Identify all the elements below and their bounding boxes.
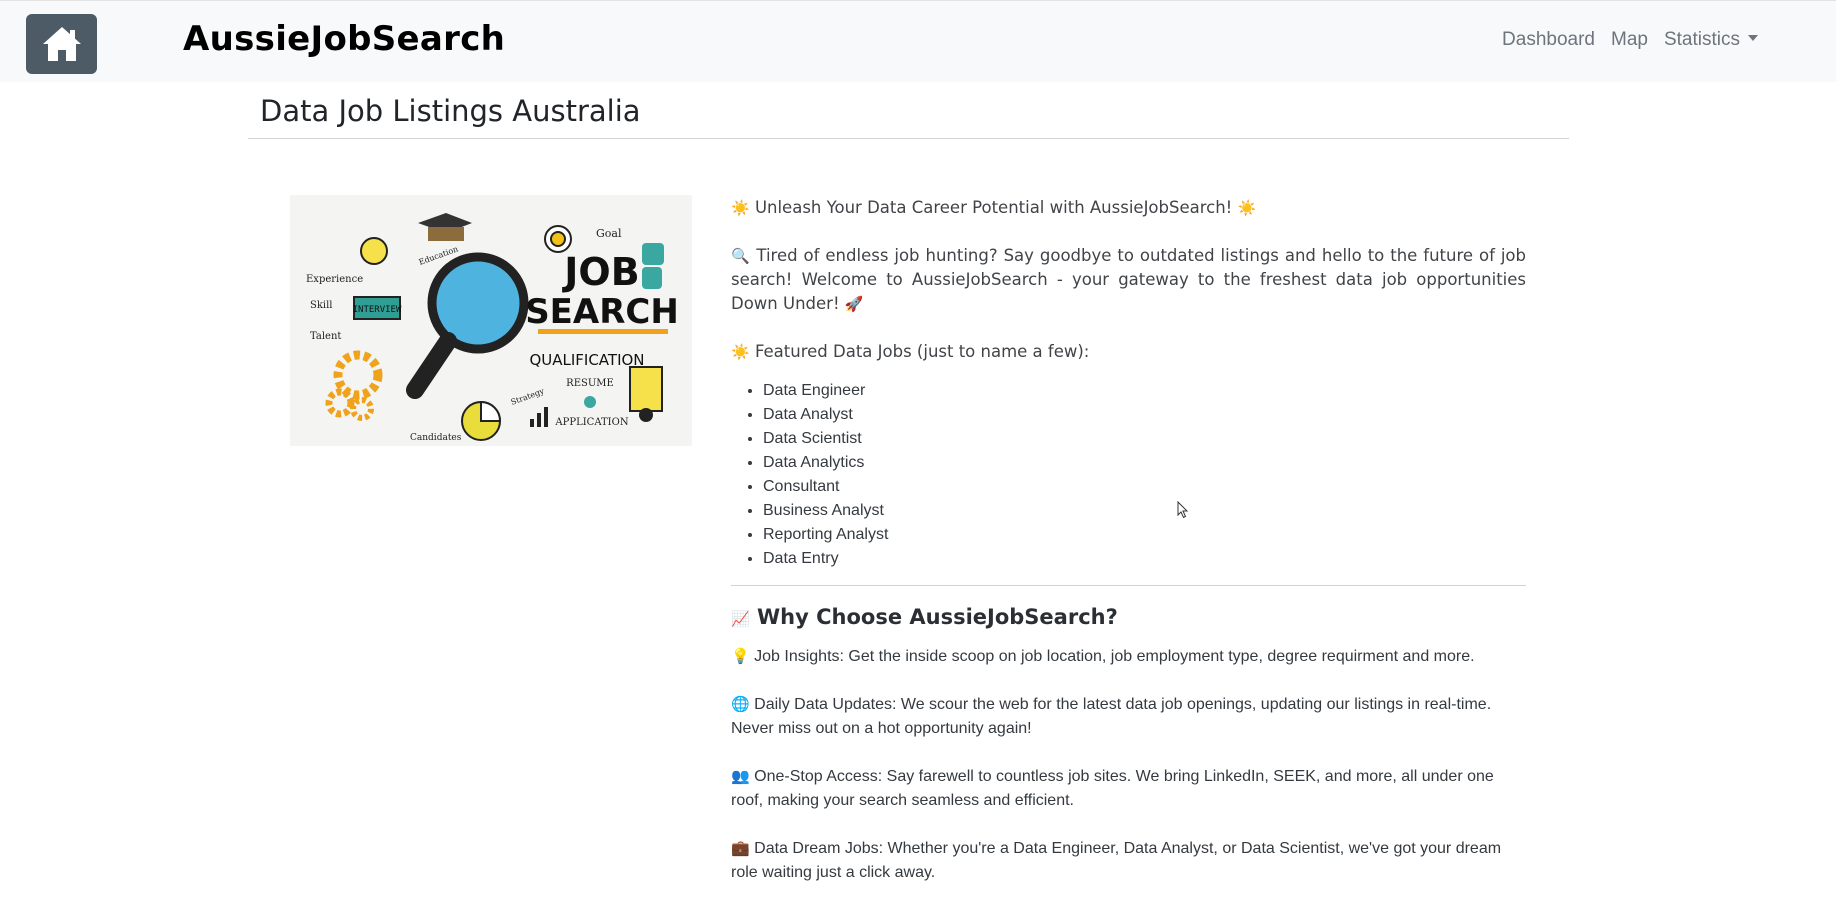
feature-item: 👥 One-Stop Access: Say farewell to count… [731, 765, 1526, 813]
list-item: Business Analyst [763, 499, 1526, 523]
sun-icon: ☀️ [731, 343, 750, 361]
chart-increasing-icon: 📈 [731, 610, 750, 628]
mouse-cursor-icon [1177, 501, 1189, 519]
feature-text: Daily Data Updates: We scour the web for… [731, 696, 1492, 737]
featured-label-row: ☀️ Featured Data Jobs (just to name a fe… [731, 340, 1526, 364]
home-icon [42, 27, 81, 61]
feature-item: 🌐 Daily Data Updates: We scour the web f… [731, 693, 1526, 741]
main-content: ☀️ Unleash Your Data Career Potential wi… [731, 196, 1526, 909]
why-heading-row: 📈 Why Choose AussieJobSearch? [731, 605, 1526, 631]
list-item: Data Entry [763, 547, 1526, 571]
list-item: Data Scientist [763, 427, 1526, 451]
intro-paragraph-row: 🔍 Tired of endless job hunting? Say good… [731, 244, 1526, 316]
hero-word-goal: Goal [596, 227, 622, 240]
intro-headline-row: ☀️ Unleash Your Data Career Potential wi… [731, 196, 1526, 220]
hero-word-qualification: QUALIFICATION [529, 351, 644, 369]
featured-label: Featured Data Jobs (just to name a few): [754, 342, 1090, 361]
brand-title[interactable]: AussieJobSearch [183, 19, 505, 59]
people-icon: 👥 [731, 768, 750, 785]
globe-icon: 🌐 [731, 696, 750, 713]
why-heading: Why Choose AussieJobSearch? [757, 605, 1118, 629]
list-item: Reporting Analyst [763, 523, 1526, 547]
list-item: Data Analytics [763, 451, 1526, 475]
briefcase-icon: 💼 [731, 840, 750, 857]
nav-statistics-dropdown[interactable]: Statistics [1664, 29, 1758, 51]
nav-dashboard-link[interactable]: Dashboard [1502, 29, 1595, 51]
hero-word-talent: Talent [310, 331, 341, 342]
hero-word-search: SEARCH [525, 292, 679, 332]
list-item: Consultant [763, 475, 1526, 499]
intro-headline: Unleash Your Data Career Potential with … [754, 198, 1233, 217]
hero-word-job: JOB [561, 250, 639, 294]
magnifier-icon: 🔍 [731, 247, 751, 265]
rocket-icon: 🚀 [844, 295, 864, 313]
hero-word-interview: INTERVIEW [353, 305, 402, 315]
hero-word-skill: Skill [310, 300, 333, 311]
nav-statistics-label: Statistics [1663, 29, 1740, 50]
chevron-down-icon [1748, 34, 1758, 41]
feature-item: 💡 Job Insights: Get the inside scoop on … [731, 645, 1526, 669]
job-search-illustration: INTERVIEW Experience Skill Talent Educat… [290, 195, 692, 446]
nav-links: Dashboard Map Statistics [1502, 29, 1758, 51]
navbar: AussieJobSearch Dashboard Map Statistics [0, 0, 1836, 82]
section-divider [731, 585, 1526, 586]
feature-text: One-Stop Access: Say farewell to countle… [731, 768, 1494, 809]
hero-word-application: APPLICATION [554, 417, 628, 428]
sun-icon: ☀️ [731, 199, 750, 217]
featured-jobs-list: Data Engineer Data Analyst Data Scientis… [731, 379, 1526, 571]
nav-map-link[interactable]: Map [1611, 29, 1648, 51]
feature-text: Job Insights: Get the inside scoop on jo… [754, 648, 1475, 665]
list-item: Data Analyst [763, 403, 1526, 427]
feature-text: Data Dream Jobs: Whether you're a Data E… [731, 840, 1502, 881]
sun-icon: ☀️ [1237, 199, 1257, 217]
list-item: Data Engineer [763, 379, 1526, 403]
home-button[interactable] [26, 14, 97, 74]
hero-word-candidates: Candidates [410, 433, 462, 443]
title-divider [248, 138, 1569, 139]
page-title: Data Job Listings Australia [260, 94, 641, 128]
hero-word-resume: RESUME [566, 378, 614, 389]
hero-word-experience: Experience [306, 274, 363, 285]
feature-item: 💼 Data Dream Jobs: Whether you're a Data… [731, 837, 1526, 885]
lightbulb-icon: 💡 [731, 648, 750, 665]
